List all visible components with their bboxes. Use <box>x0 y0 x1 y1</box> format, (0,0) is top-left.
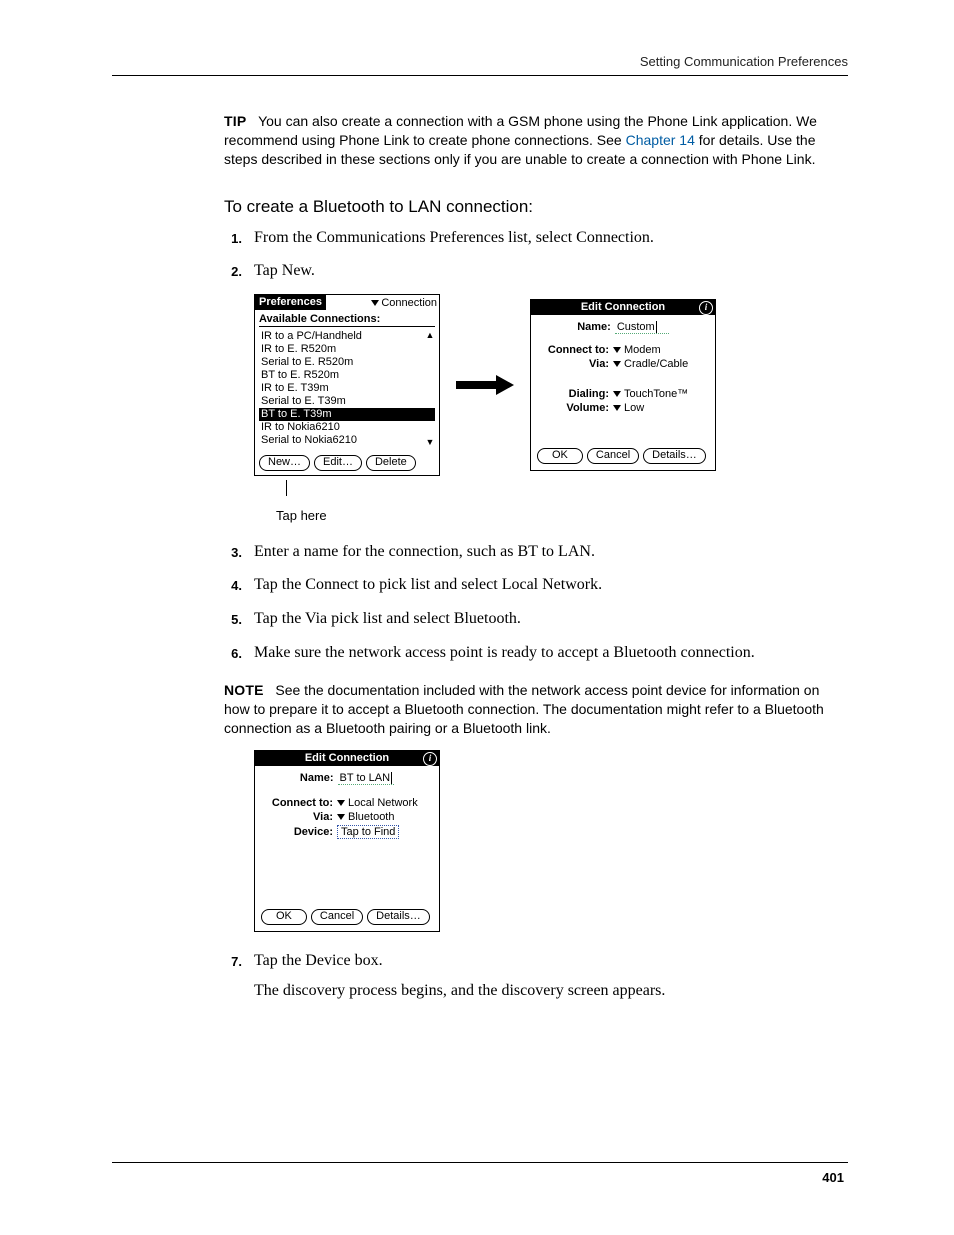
name-input[interactable]: Custom​ <box>615 321 669 334</box>
step-text: Tap the Device box. <box>254 950 383 972</box>
list-item[interactable]: IR to Nokia6210 <box>259 421 435 434</box>
dialing-picklist[interactable]: TouchTone™ <box>613 388 688 400</box>
name-input[interactable]: BT to LAN​ <box>338 772 395 785</box>
edit-connection-title: Edit Connection <box>305 752 389 764</box>
step-5: 5. Tap the Via pick list and select Blue… <box>224 608 848 630</box>
figure-row-1: Preferences Connection Available Connect… <box>254 294 848 476</box>
tip-label: TIP <box>224 113 246 129</box>
step-text: Tap New. <box>254 260 315 282</box>
details-button[interactable]: Details… <box>367 909 430 925</box>
procedure-title: To create a Bluetooth to LAN connection: <box>224 197 848 217</box>
step-text: From the Communications Preferences list… <box>254 227 654 249</box>
list-item[interactable]: Serial to E. R520m <box>259 356 435 369</box>
step-6: 6. Make sure the network access point is… <box>224 642 848 664</box>
figure-2: Edit Connection i Name: BT to LAN​ Conne… <box>254 750 848 932</box>
dropdown-icon <box>613 405 621 411</box>
delete-button[interactable]: Delete <box>366 455 416 471</box>
step-3: 3. Enter a name for the connection, such… <box>224 541 848 563</box>
new-button[interactable]: New… <box>259 455 310 471</box>
step-text: Tap the Via pick list and select Bluetoo… <box>254 608 521 630</box>
dropdown-icon <box>613 361 621 367</box>
via-picklist[interactable]: Cradle/Cable <box>613 358 688 370</box>
step-7: 7. Tap the Device box. <box>224 950 848 972</box>
palm-edit-connection-1: Edit Connection i Name: Custom​ Connect … <box>530 299 716 471</box>
step-number: 1. <box>224 227 242 249</box>
list-item[interactable]: IR to E. T39m <box>259 382 435 395</box>
callout-leader <box>286 480 287 496</box>
preferences-title: Preferences <box>255 295 326 310</box>
connect-to-label: Connect to: <box>537 344 613 356</box>
edit-button[interactable]: Edit… <box>314 455 362 471</box>
dropdown-icon <box>613 347 621 353</box>
step-number: 6. <box>224 642 242 664</box>
step-7-follow: The discovery process begins, and the di… <box>254 980 848 1002</box>
volume-picklist[interactable]: Low <box>613 402 644 414</box>
list-item-selected[interactable]: BT to E. T39m <box>259 408 435 421</box>
palm-edit-connection-2: Edit Connection i Name: BT to LAN​ Conne… <box>254 750 440 932</box>
dropdown-icon <box>337 814 345 820</box>
via-label: Via: <box>537 358 613 370</box>
step-text: Make sure the network access point is re… <box>254 642 755 664</box>
list-item[interactable]: IR to a PC/Handheld <box>259 330 435 343</box>
step-2: 2. Tap New. <box>224 260 848 282</box>
note-text: See the documentation included with the … <box>224 682 824 736</box>
step-number: 7. <box>224 950 242 972</box>
scroll-up-icon[interactable]: ▲ <box>425 330 435 340</box>
name-label: Name: <box>577 321 615 333</box>
dropdown-icon <box>337 800 345 806</box>
cancel-button[interactable]: Cancel <box>311 909 363 925</box>
header-rule <box>112 75 848 76</box>
volume-label: Volume: <box>537 402 613 414</box>
step-number: 3. <box>224 541 242 563</box>
name-label: Name: <box>300 772 338 784</box>
list-item[interactable]: Serial to Nokia6210 <box>259 434 435 447</box>
details-button[interactable]: Details… <box>643 448 706 464</box>
footer-rule <box>112 1162 848 1163</box>
scrollbar[interactable]: ▲ ▼ <box>425 330 435 447</box>
connect-to-picklist[interactable]: Modem <box>613 344 661 356</box>
step-4: 4. Tap the Connect to pick list and sele… <box>224 574 848 596</box>
info-icon[interactable]: i <box>423 752 437 766</box>
step-number: 2. <box>224 260 242 282</box>
step-number: 5. <box>224 608 242 630</box>
list-item[interactable]: BT to E. R520m <box>259 369 435 382</box>
tap-here-callout: Tap here <box>276 508 848 523</box>
connect-to-picklist[interactable]: Local Network <box>337 797 418 809</box>
list-item[interactable]: IR to E. R520m <box>259 343 435 356</box>
menu-label: Connection <box>381 297 437 309</box>
available-connections-label: Available Connections: <box>255 311 439 325</box>
list-item[interactable]: Serial to E. T39m <box>259 395 435 408</box>
running-head: Setting Communication Preferences <box>112 54 848 69</box>
via-label: Via: <box>261 811 337 823</box>
device-box[interactable]: Tap to Find <box>337 825 399 839</box>
device-label: Device: <box>261 826 337 838</box>
step-text: Tap the Connect to pick list and select … <box>254 574 602 596</box>
scroll-down-icon[interactable]: ▼ <box>425 437 435 447</box>
dialing-label: Dialing: <box>537 388 613 400</box>
divider <box>259 326 435 327</box>
note-block: NOTE See the documentation included with… <box>224 681 848 738</box>
step-text: Enter a name for the connection, such as… <box>254 541 595 563</box>
dropdown-icon <box>613 391 621 397</box>
tip-block: TIP You can also create a connection wit… <box>224 112 848 169</box>
palm-preferences-screen: Preferences Connection Available Connect… <box>254 294 440 476</box>
info-icon[interactable]: i <box>699 301 713 315</box>
ok-button[interactable]: OK <box>261 909 307 925</box>
dropdown-icon <box>371 300 379 306</box>
via-picklist[interactable]: Bluetooth <box>337 811 394 823</box>
page-number: 401 <box>822 1170 844 1185</box>
note-label: NOTE <box>224 682 264 698</box>
arrow-icon <box>456 375 514 395</box>
chapter-link[interactable]: Chapter 14 <box>626 132 695 148</box>
edit-connection-title: Edit Connection <box>581 301 665 313</box>
connect-to-label: Connect to: <box>261 797 337 809</box>
connections-list[interactable]: IR to a PC/Handheld IR to E. R520m Seria… <box>259 329 435 447</box>
preferences-menu[interactable]: Connection <box>371 297 439 309</box>
step-number: 4. <box>224 574 242 596</box>
cancel-button[interactable]: Cancel <box>587 448 639 464</box>
step-1: 1. From the Communications Preferences l… <box>224 227 848 249</box>
ok-button[interactable]: OK <box>537 448 583 464</box>
